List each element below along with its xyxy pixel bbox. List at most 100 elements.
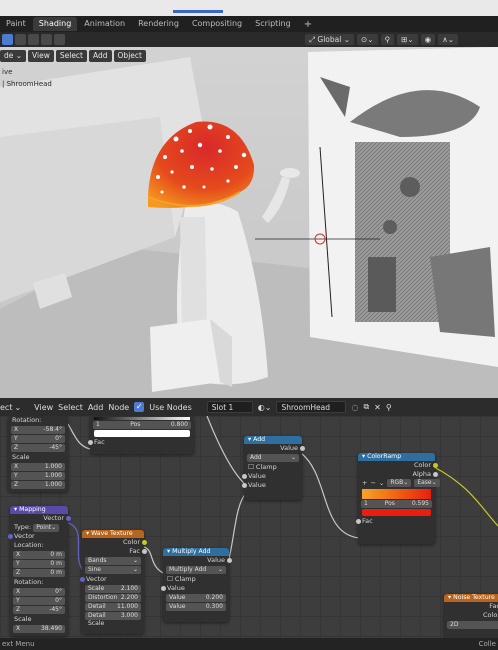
select-intersect-icon[interactable] (54, 34, 65, 45)
menu-view-node[interactable]: View (34, 403, 53, 412)
colorramp-node[interactable]: ▾ ColorRamp Color Alpha + − ⌄ RGB ⌄ Ease ⌄ 1… (355, 453, 440, 544)
rot-y-field[interactable]: Y 0° (13, 597, 65, 605)
loc-z-field[interactable]: Z 0 m (13, 569, 65, 577)
wave-profile-dropdown[interactable]: Sine ⌄ (85, 566, 141, 574)
tab-animation[interactable]: Animation (78, 17, 131, 31)
input-socket[interactable] (7, 534, 13, 539)
add-stop-icon[interactable]: + (362, 479, 367, 488)
colorramp-node-top[interactable]: 1 Pos 0.800 Fac (87, 416, 194, 454)
wave-detail-scale-field[interactable]: Detail Scale 3.000 (85, 612, 141, 627)
wave-scale-field[interactable]: Scale 2.100 (85, 585, 141, 593)
node-editor-mode[interactable]: ect (0, 403, 12, 412)
ramp-gradient[interactable] (362, 489, 431, 499)
output-socket[interactable] (299, 446, 305, 451)
wave-header[interactable]: ▾ Wave Texture (82, 530, 144, 538)
loc-y-field[interactable]: Y 0 m (13, 560, 65, 568)
scale-x-field[interactable]: X 1.000 (11, 463, 65, 471)
menu-object[interactable]: Object (113, 49, 146, 62)
output-socket[interactable] (226, 558, 232, 563)
material-browse-icon[interactable]: ◐⌄ (258, 403, 272, 412)
noise-header[interactable]: ▾ Noise Texture (444, 594, 498, 602)
wave-detail-field[interactable]: Detail 11.000 (85, 603, 141, 611)
noise-dim-dropdown[interactable]: 2D (447, 621, 498, 629)
tab-compositing[interactable]: Compositing (186, 17, 248, 31)
tab-scripting[interactable]: Scripting (249, 17, 297, 31)
ramp-gradient-top[interactable] (94, 417, 190, 420)
ramp-mode-dropdown[interactable]: RGB ⌄ (387, 479, 412, 487)
menu-add-node[interactable]: Add (88, 403, 104, 412)
mapping-node[interactable]: ▾ Mapping Vector Type: Point ⌄ Vector Loc… (7, 506, 71, 636)
slot-dropdown[interactable]: Slot 1 (206, 401, 253, 413)
ramp-color-swatch[interactable] (362, 509, 431, 516)
select-extend-icon[interactable] (15, 34, 26, 45)
add-clamp[interactable]: ☐ Clamp (244, 463, 302, 472)
mapping-node-top[interactable]: Rotation: X -58.4° Y 0° Z -45° Scale X 1.000… (8, 416, 68, 492)
wave-type-dropdown[interactable]: Bands ⌄ (85, 557, 141, 565)
menu-select-node[interactable]: Select (58, 403, 83, 412)
scale-z-field[interactable]: Z 1.000 (11, 481, 65, 489)
loc-x-field[interactable]: X 0 m (13, 551, 65, 559)
multiply-clamp[interactable]: ☐ Clamp (163, 575, 229, 584)
ramp-interp-dropdown[interactable]: Ease ⌄ (414, 479, 440, 487)
scale-x-field[interactable]: X 38.490 (13, 625, 65, 633)
select-subtract-icon[interactable] (28, 34, 39, 45)
mapping-type-dropdown[interactable]: Point ⌄ (33, 524, 60, 532)
menu-node[interactable]: Node (108, 403, 129, 412)
add-node[interactable]: ▾ Add Value Add ⌄ ☐ Clamp Value Value (241, 436, 305, 500)
select-box-icon[interactable] (2, 34, 13, 45)
remove-stop-icon[interactable]: − (370, 479, 375, 488)
wave-distortion-field[interactable]: Distortion 2.200 (85, 594, 141, 602)
mode-dropdown[interactable]: de ⌄ (0, 49, 27, 62)
proportional-edit-toggle[interactable]: ◉ (420, 34, 436, 45)
add-node-header[interactable]: ▾ Add (244, 436, 302, 444)
ramp-color-swatch-top[interactable] (94, 430, 190, 437)
output-socket[interactable] (432, 463, 438, 468)
snap-toggle[interactable]: ⚲ (380, 34, 395, 45)
transform-orientation-dropdown[interactable]: ⤢ Global ⌄ (305, 34, 355, 45)
multiply-add-node[interactable]: ▾ Multiply Add Value Multiply Add ⌄ ☐ Cla… (160, 548, 232, 622)
pivot-dropdown[interactable]: ⊙⌄ (357, 34, 378, 45)
select-invert-icon[interactable] (41, 34, 52, 45)
add-workspace-button[interactable]: + (298, 19, 318, 30)
multiply-header[interactable]: ▾ Multiply Add (163, 548, 229, 556)
menu-select[interactable]: Select (55, 49, 87, 62)
close-icon[interactable]: ✕ (374, 403, 381, 412)
rot-z-field[interactable]: Z -45° (11, 444, 65, 452)
chevron-down-icon[interactable]: ⌄ (379, 479, 384, 488)
tab-shading[interactable]: Shading (32, 17, 78, 31)
output-socket[interactable] (141, 540, 147, 545)
input-socket[interactable] (160, 586, 166, 591)
multiply-value-1[interactable]: Value 0.200 (166, 594, 226, 602)
tab-paint[interactable]: Paint (0, 17, 32, 31)
output-socket[interactable] (432, 472, 438, 477)
mapping-header[interactable]: ▾ Mapping (10, 506, 68, 514)
duplicate-material-icon[interactable]: ⧉ (363, 402, 369, 412)
use-nodes-checkbox[interactable]: ✓ (134, 402, 145, 412)
ramp-pos-field[interactable]: 1 Pos 0.595 (361, 500, 432, 508)
pin-icon[interactable]: ⚲ (386, 403, 392, 412)
wave-texture-node[interactable]: ▾ Wave Texture Color Fac Bands ⌄ Sine ⌄ Ve… (79, 530, 147, 634)
input-socket[interactable] (79, 577, 85, 582)
rot-x-field[interactable]: X 0° (13, 588, 65, 596)
multiply-mode-dropdown[interactable]: Multiply Add ⌄ (166, 566, 226, 574)
fac-socket[interactable] (87, 440, 93, 445)
tab-rendering[interactable]: Rendering (132, 17, 185, 31)
ramp-pos-field-top[interactable]: 1 Pos 0.800 (93, 421, 191, 429)
menu-add[interactable]: Add (89, 49, 112, 62)
input-socket[interactable] (241, 483, 247, 488)
snap-target-dropdown[interactable]: ⊞⌄ (397, 34, 418, 45)
add-mode-dropdown[interactable]: Add ⌄ (247, 454, 299, 462)
3d-viewport[interactable] (0, 47, 498, 398)
rot-x-field[interactable]: X -58.4° (11, 426, 65, 434)
material-name-field[interactable]: ShroomHead (276, 401, 347, 413)
output-socket[interactable] (141, 549, 147, 554)
colorramp-header[interactable]: ▾ ColorRamp (358, 453, 435, 461)
output-socket[interactable] (65, 516, 71, 521)
multiply-value-2[interactable]: Value 0.300 (166, 603, 226, 611)
rot-y-field[interactable]: Y 0° (11, 435, 65, 443)
node-editor-canvas[interactable]: Rotation: X -58.4° Y 0° Z -45° Scale X 1.000… (0, 416, 498, 638)
chevron-down-icon[interactable]: ⌄ (14, 403, 21, 412)
noise-texture-node[interactable]: ▾ Noise Texture Fac Color 2D (444, 594, 498, 638)
menu-view[interactable]: View (28, 49, 54, 62)
falloff-dropdown[interactable]: ∧⌄ (438, 34, 458, 45)
